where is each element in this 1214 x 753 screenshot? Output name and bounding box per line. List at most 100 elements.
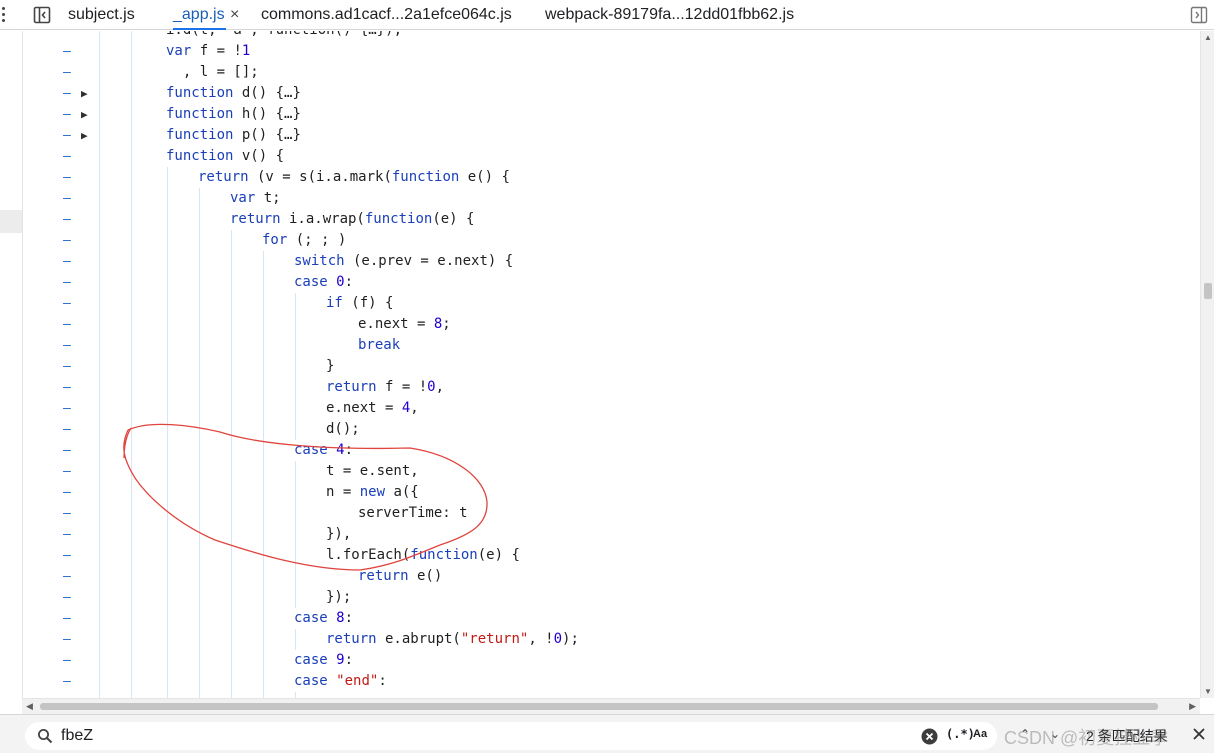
scroll-right-icon[interactable]: ▶ <box>1189 701 1196 712</box>
match-case-toggle[interactable]: Aa <box>973 728 987 740</box>
code-text: } <box>326 356 334 377</box>
chevron-down-icon[interactable]: ⌄ <box>1050 727 1060 741</box>
scroll-up-icon[interactable]: ▲ <box>1204 33 1212 42</box>
gutter-marker[interactable]: – <box>63 188 75 209</box>
code-line: – switch (e.prev = e.next) { <box>0 251 1200 272</box>
gutter-marker[interactable]: – <box>63 629 75 650</box>
code-token: l.forEach( <box>326 547 411 563</box>
gutter-marker[interactable]: – <box>63 587 75 608</box>
tab-label: _app.js <box>173 6 225 23</box>
code-line: –}); <box>0 587 1200 608</box>
gutter-marker[interactable]: – <box>63 608 75 629</box>
fold-arrow-icon[interactable]: ▶ <box>81 83 93 104</box>
gutter-marker[interactable]: – <box>63 335 75 356</box>
close-icon[interactable] <box>1192 727 1206 741</box>
code-line: – for (; ; ) <box>0 230 1200 251</box>
tab-webpack-js[interactable]: webpack-89179fa...12dd01fbb62.js <box>545 0 794 30</box>
code-text: , l = []; <box>166 62 259 83</box>
keyword-token: switch <box>294 253 345 269</box>
gutter-marker[interactable]: – <box>63 167 75 188</box>
gutter-marker[interactable]: – <box>63 671 75 692</box>
gutter-marker[interactable]: – <box>63 356 75 377</box>
gutter-marker[interactable]: – <box>63 461 75 482</box>
gutter-marker[interactable]: – <box>63 83 75 104</box>
gutter-marker[interactable]: – <box>63 650 75 671</box>
gutter-marker[interactable]: – <box>63 272 75 293</box>
code-text: case "end": <box>294 671 387 692</box>
code-token: , <box>435 379 445 395</box>
gutter-marker[interactable]: – <box>63 524 75 545</box>
panel-toggle-icon[interactable] <box>1190 6 1208 24</box>
code-line: – function v() { <box>0 146 1200 167</box>
search-input[interactable] <box>61 725 901 747</box>
close-icon[interactable]: × <box>230 0 246 30</box>
scroll-down-icon[interactable]: ▼ <box>1204 687 1212 696</box>
vertical-scrollbar[interactable]: ▲ ▼ <box>1200 31 1214 698</box>
code-line: – i.d(t, "a", function() {…}); <box>0 31 1200 41</box>
code-token: (e) { <box>477 547 520 563</box>
regex-toggle[interactable]: (.*) <box>946 727 975 741</box>
gutter-marker[interactable]: – <box>63 545 75 566</box>
scroll-left-icon[interactable]: ◀ <box>26 701 33 712</box>
code-token: : <box>344 442 354 458</box>
gutter-marker[interactable]: – <box>63 293 75 314</box>
tab-commons-js[interactable]: commons.ad1cacf...2a1efce064c.js <box>261 0 512 30</box>
chevron-up-icon[interactable]: ⌃ <box>1020 727 1030 741</box>
gutter-marker[interactable]: – <box>63 146 75 167</box>
code-token: v() { <box>233 148 285 164</box>
match-count: 2 条匹配结果 <box>1086 728 1168 744</box>
scrollbar-thumb[interactable] <box>1204 283 1212 299</box>
fold-arrow-icon[interactable]: ▶ <box>81 104 93 125</box>
gutter-marker[interactable]: – <box>63 31 75 41</box>
code-token: : <box>344 652 354 668</box>
number-token: 9 <box>336 652 345 668</box>
fold-arrow-icon[interactable]: ▶ <box>81 125 93 146</box>
sidebar-toggle-icon[interactable] <box>33 6 51 24</box>
gutter-marker[interactable]: – <box>63 398 75 419</box>
kebab-menu-icon[interactable] <box>0 6 8 24</box>
number-token: 0 <box>427 379 436 395</box>
keyword-token: return <box>198 169 249 185</box>
keyword-token: new <box>359 484 386 500</box>
gutter-marker[interactable]: – <box>63 482 75 503</box>
code-text: for (; ; ) <box>262 230 346 251</box>
code-text: var f = !1 <box>166 41 250 62</box>
code-editor[interactable]: –i.d(t, "a", function() {…});–var f = !1… <box>0 31 1214 698</box>
code-line: – if (f) { <box>0 293 1200 314</box>
clear-icon[interactable] <box>921 728 938 745</box>
gutter-marker[interactable]: – <box>63 62 75 83</box>
scrollbar-thumb[interactable] <box>40 703 1158 710</box>
code-token: serverTime: t <box>358 505 468 521</box>
keyword-token: function <box>166 127 234 143</box>
gutter-marker[interactable]: – <box>63 125 75 146</box>
keyword-token: var <box>230 190 256 206</box>
code-token: e() <box>408 568 443 584</box>
code-token: (e) { <box>432 211 475 227</box>
gutter-marker[interactable]: – <box>63 209 75 230</box>
code-token: : <box>344 610 354 626</box>
gutter-marker[interactable]: – <box>63 377 75 398</box>
code-line: – , l = []; <box>0 62 1200 83</box>
code-token: }), <box>326 526 352 542</box>
code-token: (v = s(i.a.mark( <box>248 169 392 185</box>
search-field[interactable]: (.*) Aa <box>25 722 997 750</box>
gutter-marker[interactable]: – <box>63 419 75 440</box>
gutter-marker[interactable]: – <box>63 41 75 62</box>
search-icon <box>37 728 53 744</box>
gutter-marker[interactable]: – <box>63 230 75 251</box>
string-token: "end" <box>336 673 379 689</box>
keyword-token: function <box>166 85 234 101</box>
gutter-marker[interactable]: – <box>63 104 75 125</box>
keyword-token: if <box>326 295 343 311</box>
gutter-marker[interactable]: – <box>63 503 75 524</box>
gutter-marker[interactable]: – <box>63 566 75 587</box>
keyword-token: case <box>294 610 328 626</box>
gutter-marker[interactable]: – <box>63 251 75 272</box>
tab-subject-js[interactable]: subject.js <box>68 0 135 30</box>
gutter-marker[interactable]: – <box>63 440 75 461</box>
keyword-token: function <box>166 106 234 122</box>
tab-app-js[interactable]: _app.js × <box>173 0 246 30</box>
gutter-marker[interactable]: – <box>63 314 75 335</box>
horizontal-scrollbar[interactable]: ◀ ▶ <box>22 698 1200 714</box>
keyword-token: case <box>294 442 328 458</box>
